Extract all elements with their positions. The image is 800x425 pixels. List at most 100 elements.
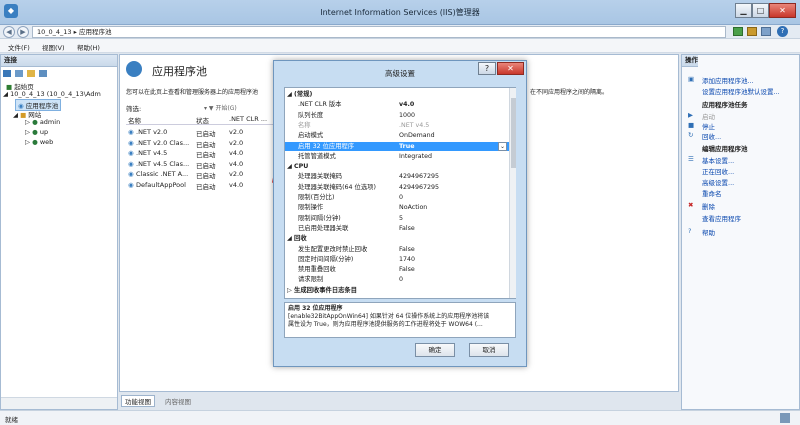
- action-8[interactable]: 正在回收...: [702, 166, 734, 176]
- property-grid-scrollbar[interactable]: [509, 88, 516, 298]
- property-key: 启用 32 位应用程序: [298, 142, 355, 150]
- table-row[interactable]: ◉ .NET v4.5 已启动 v4.0: [126, 149, 276, 159]
- pool-icon: ◉: [128, 138, 134, 147]
- action-icon: ✖: [688, 201, 694, 209]
- property-value: 5: [399, 214, 404, 222]
- property-category[interactable]: ▷ 生成回收事件日志条目: [285, 286, 509, 295]
- property-row[interactable]: 限制(百分比) 0: [285, 193, 509, 202]
- property-row[interactable]: 启动模式 OnDemand: [285, 131, 509, 140]
- action-11[interactable]: 删除: [702, 201, 715, 211]
- app-pool-large-icon: [126, 61, 142, 77]
- dialog-close-button[interactable]: ✕: [497, 62, 524, 75]
- property-category[interactable]: ◢ 回收: [285, 234, 509, 243]
- save-icon[interactable]: [15, 70, 23, 77]
- action-4[interactable]: 停止: [702, 121, 715, 131]
- table-row[interactable]: ◉ .NET v4.5 Clas... 已启动 v4.0: [126, 160, 276, 170]
- table-header: 名称 状态 .NET CLR ...: [126, 115, 276, 125]
- tree-site-web[interactable]: ▷ ● web: [25, 138, 53, 146]
- folder-icon[interactable]: [27, 70, 35, 77]
- property-value: 4294967295: [399, 183, 440, 191]
- pool-clr: v4.0: [229, 159, 244, 168]
- property-row[interactable]: 发生配置更改时禁止回收 False: [285, 245, 509, 254]
- property-row[interactable]: 限制操作 NoAction: [285, 203, 509, 212]
- left-hscrollbar[interactable]: [1, 397, 117, 409]
- property-key: ◢ CPU: [287, 163, 309, 171]
- tab-content-view[interactable]: 内容视图: [165, 396, 191, 406]
- property-value: NoAction: [399, 204, 428, 212]
- property-row[interactable]: 处理器关联掩码(64 位选项) 4294967295: [285, 183, 509, 192]
- description-line-1: [enable32BitAppOnWin64] 如果针对 64 位操作系统上的应…: [288, 313, 490, 320]
- connect-icon[interactable]: [3, 70, 11, 77]
- pool-clr: v2.0: [229, 128, 244, 136]
- pool-icon: ◉: [128, 149, 134, 157]
- property-value: False: [399, 266, 415, 274]
- description-line-2: 属性设为 True，则为应用程序池提供服务的工作进程将处于 WOW64 (...: [288, 321, 483, 328]
- property-row[interactable]: .NET CLR 版本 v4.0: [285, 100, 509, 109]
- action-12[interactable]: 查看应用程序: [702, 213, 741, 223]
- table-row[interactable]: ◉ .NET v2.0 已启动 v2.0: [126, 128, 276, 138]
- action-9[interactable]: 高级设置...: [702, 177, 734, 187]
- col-name[interactable]: 名称: [128, 115, 141, 125]
- address-bar: ◀ ▶ 10_0_4_13 ▸ 应用程序池 ?: [0, 25, 800, 39]
- actions-panel: 操作 添加应用程序池... ▣ 设置应用程序池默认设置... 应用程序池任务 启动 ▶ 停止…: [681, 54, 800, 410]
- ok-button[interactable]: 确定: [415, 343, 455, 357]
- property-category[interactable]: ◢ CPU: [285, 162, 509, 171]
- globe-icon: ●: [32, 128, 40, 136]
- property-row[interactable]: 请求限制 0: [285, 275, 509, 284]
- action-1[interactable]: 设置应用程序池默认设置...: [702, 86, 780, 96]
- property-row[interactable]: 已启用处理器关联 False: [285, 224, 509, 233]
- property-key: 限制操作: [298, 204, 324, 212]
- dropdown-arrow-icon[interactable]: ⌄: [498, 141, 507, 151]
- pool-clr: v2.0: [229, 170, 244, 178]
- action-10[interactable]: 重命名: [702, 188, 722, 198]
- menu-bar: 文件(F) 视图(V) 帮助(H): [0, 39, 800, 53]
- action-5[interactable]: 回收...: [702, 131, 721, 141]
- action-3[interactable]: 启动: [702, 111, 715, 121]
- table-row[interactable]: ◉ DefaultAppPool 已启动 v4.0: [126, 181, 276, 191]
- property-row[interactable]: 启用 32 位应用程序 True ⌄: [285, 141, 509, 151]
- property-grid: ◢ (常规) .NET CLR 版本 v4.0 队列长度 1000 名称 .NET v4.5…: [284, 87, 516, 299]
- col-clr[interactable]: .NET CLR ...: [229, 115, 267, 123]
- menu-file[interactable]: 文件(F): [8, 42, 30, 52]
- action-13[interactable]: 帮助: [702, 227, 715, 237]
- tree-site-up[interactable]: ▷ ● up: [25, 128, 48, 136]
- help-icon[interactable]: ?: [777, 26, 788, 37]
- tree-server[interactable]: ◢ 10_0_4_13 (10_0_4_13\Adm: [3, 90, 101, 98]
- home-icon[interactable]: [761, 27, 771, 36]
- menu-help[interactable]: 帮助(H): [77, 42, 100, 52]
- pool-icon: ◉: [128, 159, 134, 168]
- property-row[interactable]: 禁用重叠回收 False: [285, 265, 509, 274]
- maximize-button[interactable]: □: [752, 3, 769, 18]
- connections-toolbar: [3, 69, 115, 78]
- property-value: v4.0: [399, 101, 415, 109]
- category-toggle-icon: ◢: [287, 163, 295, 171]
- stop-icon[interactable]: [747, 27, 757, 36]
- address-path[interactable]: 10_0_4_13 ▸ 应用程序池: [32, 26, 726, 38]
- property-row[interactable]: 名称 .NET v4.5: [285, 121, 509, 130]
- action-7[interactable]: 基本设置...: [702, 155, 734, 165]
- table-row[interactable]: ◉ .NET v2.0 Clas... 已启动 v2.0: [126, 139, 276, 149]
- menu-view[interactable]: 视图(V): [42, 42, 65, 52]
- property-row[interactable]: 队列长度 1000: [285, 111, 509, 120]
- connect-server-icon[interactable]: [39, 70, 47, 77]
- tab-features-view[interactable]: 功能视图: [121, 395, 155, 407]
- scroll-thumb[interactable]: [511, 98, 516, 168]
- refresh-icon[interactable]: [733, 27, 743, 36]
- col-status[interactable]: 状态: [196, 115, 209, 125]
- close-window-button[interactable]: ✕: [769, 3, 796, 18]
- action-0[interactable]: 添加应用程序池...: [702, 75, 754, 85]
- property-row[interactable]: 限制间隔(分钟) 5: [285, 214, 509, 223]
- tree-site-admin[interactable]: ▷ ● admin: [25, 118, 60, 126]
- property-category[interactable]: ◢ (常规): [285, 90, 509, 99]
- back-button[interactable]: ◀: [3, 26, 15, 38]
- property-row[interactable]: 固定时间间隔(分钟) 1740: [285, 255, 509, 264]
- property-row[interactable]: 托管管道模式 Integrated: [285, 152, 509, 161]
- status-text: 就绪: [5, 416, 18, 424]
- dialog-help-button[interactable]: ?: [478, 62, 496, 75]
- table-row[interactable]: ◉ Classic .NET A... 已启动 v2.0: [126, 170, 276, 180]
- forward-button[interactable]: ▶: [17, 26, 29, 38]
- cancel-button[interactable]: 取消: [469, 343, 509, 357]
- property-row[interactable]: 处理器关联掩码 4294967295: [285, 172, 509, 181]
- filter-start-button[interactable]: ▾ ▼ 开始(G): [204, 103, 237, 112]
- minimize-button[interactable]: ▁: [735, 3, 752, 18]
